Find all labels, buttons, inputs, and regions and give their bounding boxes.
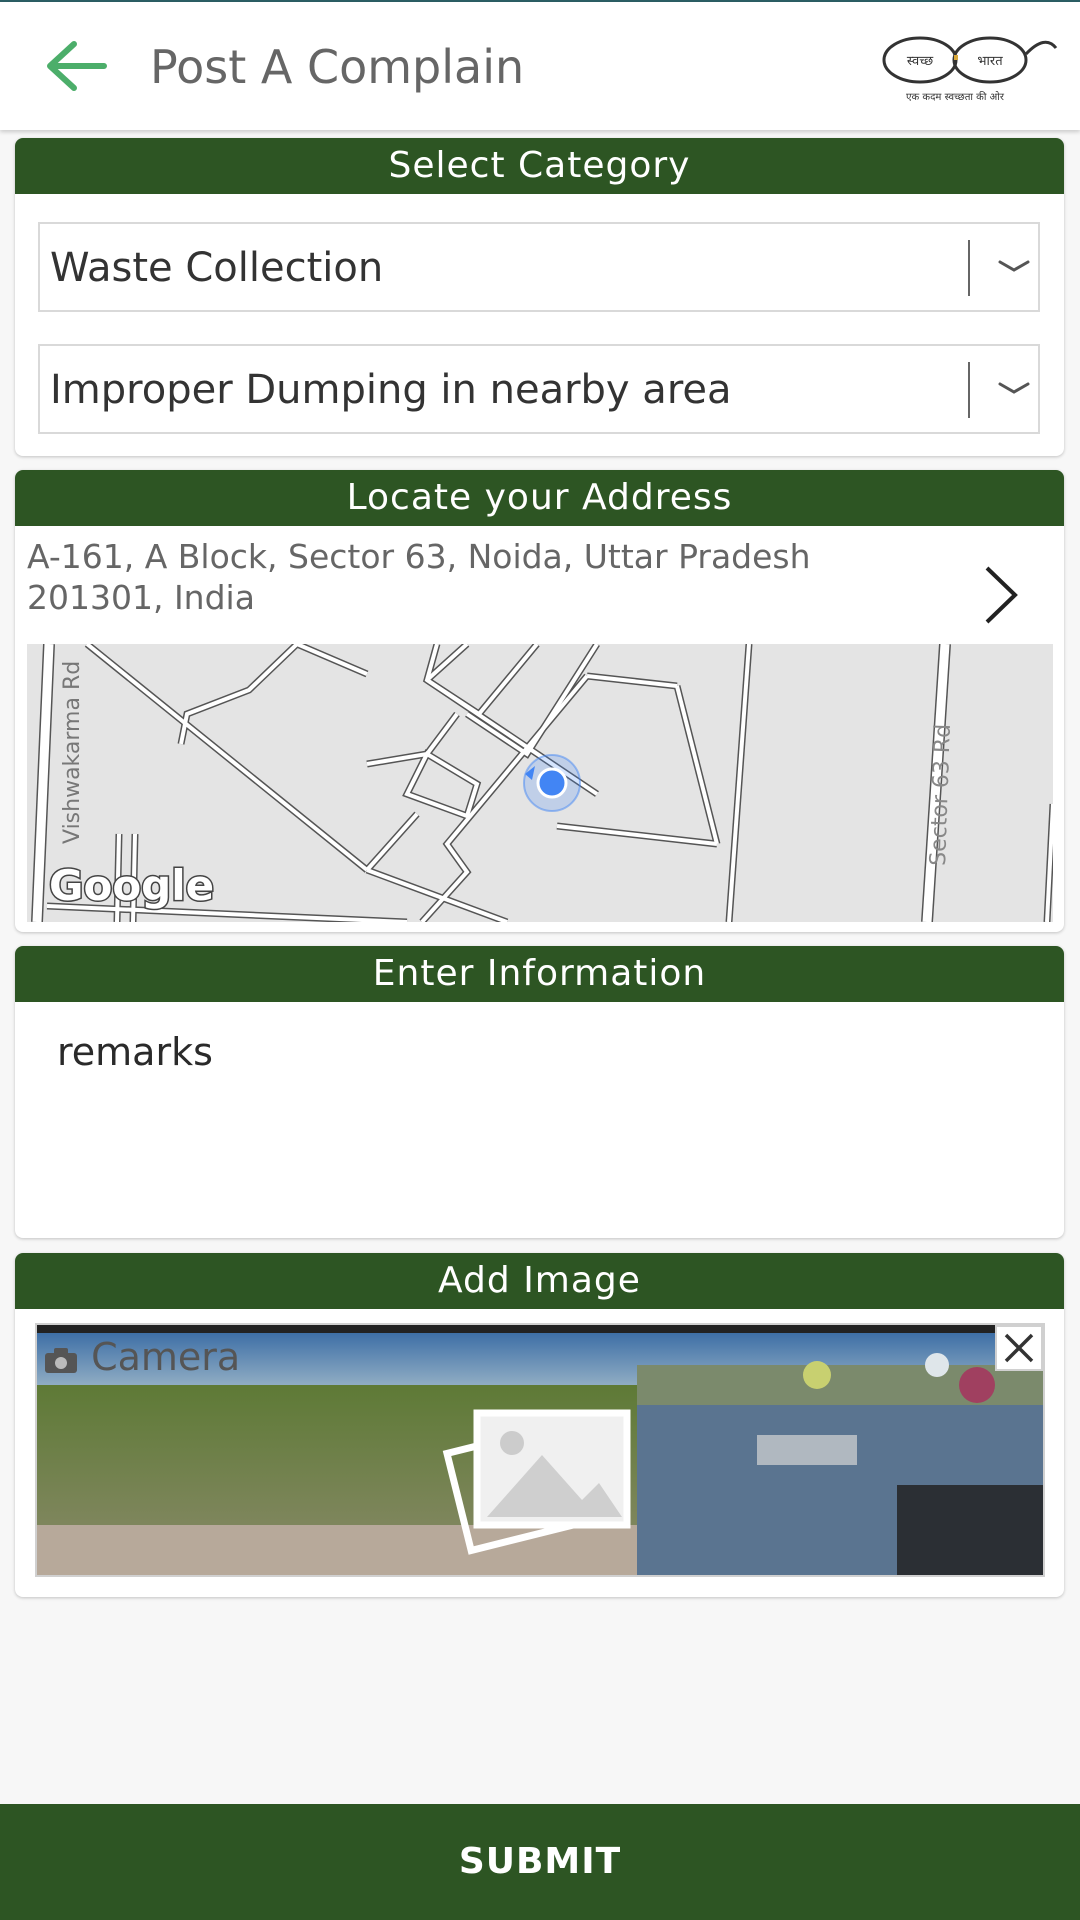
info-header: Enter Information — [15, 946, 1064, 1002]
chevron-down-icon — [998, 382, 1030, 394]
category-header: Select Category — [15, 138, 1064, 194]
logo-tagline: एक कदम स्वच्छता की ओर — [906, 91, 1005, 103]
google-logo: Google — [49, 861, 214, 910]
back-button[interactable] — [38, 32, 110, 100]
category-dropdown[interactable]: Waste Collection — [38, 222, 1040, 312]
app-bar: Post A Complain स्वच्छ भारत एक कदम स्वच्… — [0, 2, 1080, 130]
address-header: Locate your Address — [15, 470, 1064, 526]
page-title: Post A Complain — [150, 40, 525, 94]
category-value: Waste Collection — [50, 245, 384, 291]
road-label-sector63: Sector 63 Rd — [926, 723, 956, 866]
close-icon — [1004, 1333, 1034, 1363]
subcategory-dropdown[interactable]: Improper Dumping in nearby area — [38, 344, 1040, 434]
arrow-left-icon — [47, 41, 107, 91]
camera-icon — [45, 1347, 77, 1373]
chevron-right-icon[interactable] — [975, 560, 1025, 630]
address-card: Locate your Address A-161, A Block, Sect… — [15, 470, 1064, 932]
subcategory-value: Improper Dumping in nearby area — [50, 367, 732, 413]
info-card: Enter Information remarks — [15, 946, 1064, 1238]
captured-photo[interactable]: Camera — [35, 1323, 1045, 1577]
remarks-input[interactable]: remarks — [57, 1030, 213, 1074]
image-header: Add Image — [15, 1253, 1064, 1309]
camera-text: Camera — [91, 1335, 241, 1379]
current-location-marker — [523, 754, 581, 812]
swachh-bharat-logo: स्वच्छ भारत एक कदम स्वच्छता की ओर — [880, 28, 1060, 108]
category-card: Select Category Waste Collection Imprope… — [15, 138, 1064, 456]
camera-label: Camera — [43, 1335, 240, 1379]
road-label-vishwakarma: Vishwakarma Rd — [60, 661, 85, 844]
remove-image-button[interactable] — [995, 1325, 1043, 1371]
logo-text-right: भारत — [977, 54, 1003, 69]
map-view[interactable]: Vishwakarma Rd Sector 63 Rd Google — [27, 644, 1053, 922]
dropdown-divider — [968, 362, 970, 418]
address-text[interactable]: A-161, A Block, Sector 63, Noida, Uttar … — [27, 536, 927, 618]
chevron-down-icon — [998, 260, 1030, 272]
logo-text-left: स्वच्छ — [907, 54, 934, 69]
image-card: Add Image Camera — [15, 1253, 1064, 1597]
dropdown-divider — [968, 240, 970, 296]
submit-button[interactable]: SUBMIT — [0, 1804, 1080, 1920]
